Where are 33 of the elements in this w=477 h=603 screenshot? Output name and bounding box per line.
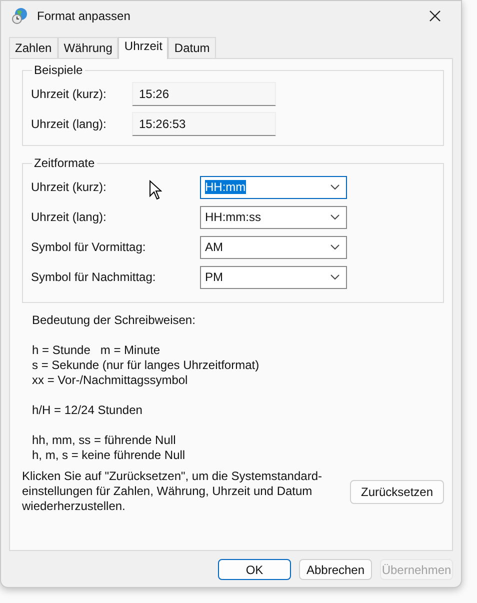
reset-button[interactable]: Zurücksetzen	[350, 480, 444, 504]
field-label: Symbol für Nachmittag:	[31, 270, 156, 284]
dialog-button[interactable]: Abbrechen	[299, 559, 372, 580]
legend-line: s = Sekunde (nur für langes Uhrzeitformat)	[32, 358, 260, 373]
combo-box[interactable]: HH:mm	[200, 176, 347, 198]
legend-title: Bedeutung der Schreibweisen:	[32, 313, 196, 328]
mouse-cursor-icon	[149, 180, 162, 200]
tab[interactable]: Uhrzeit	[118, 37, 168, 59]
combo-box[interactable]: HH:mm:ss	[200, 206, 347, 228]
field-label: Symbol für Vormittag:	[31, 240, 146, 254]
legend-line: hh, mm, ss = führende Null	[32, 433, 177, 448]
legend-line: h = Stunde m = Minute	[32, 343, 162, 358]
tab[interactable]: Währung	[58, 37, 118, 58]
dialog-button[interactable]: OK	[218, 559, 291, 580]
group-title: Zeitformate	[33, 156, 96, 170]
field-label: Uhrzeit (kurz):	[31, 180, 106, 194]
legend-line: xx = Vor-/Nachmittagssymbol	[32, 373, 189, 388]
example-field: 15:26:53	[132, 112, 276, 136]
combo-box[interactable]: AM	[200, 236, 347, 258]
reset-description: Klicken Sie auf "Zurücksetzen", um die Systemstandard-einstellungen für Zahlen, Währung, Uhrzeit und Datum wiederherzustellen.	[22, 469, 322, 514]
group-title: Beispiele	[33, 63, 84, 77]
field-label: Uhrzeit (lang):	[31, 117, 106, 131]
globe-clock-icon	[11, 7, 29, 25]
combo-box[interactable]: PM	[200, 266, 347, 288]
close-icon[interactable]	[429, 10, 441, 22]
legend-line: h, m, s = keine führende Null	[32, 448, 186, 463]
example-field: 15:26	[132, 82, 276, 106]
tab[interactable]: Zahlen	[9, 37, 58, 58]
window-title: Format anpassen	[37, 9, 132, 23]
field-label: Uhrzeit (lang):	[31, 210, 106, 224]
field-label: Uhrzeit (kurz):	[31, 87, 106, 101]
legend-line: h/H = 12/24 Stunden	[32, 403, 144, 418]
tab[interactable]: Datum	[168, 37, 216, 58]
